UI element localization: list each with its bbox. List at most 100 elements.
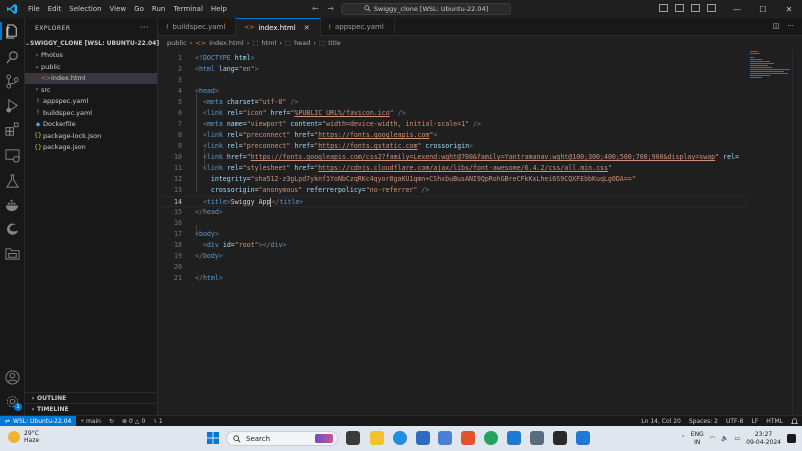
command-center[interactable]: Swiggy_clone [WSL: Ubuntu-22.04]: [341, 3, 511, 15]
tree-item-package-lock-json[interactable]: {} package-lock.json: [25, 130, 157, 142]
tree-item-appspec-yaml[interactable]: ! appspec.yaml: [25, 96, 157, 108]
menu-edit[interactable]: Edit: [44, 5, 66, 13]
vscode-taskbar-icon[interactable]: [507, 431, 521, 445]
tree-item-photos[interactable]: › Photos: [25, 50, 157, 62]
clock[interactable]: 23:27 09-04-2024: [746, 431, 781, 446]
remote-indicator[interactable]: ⇌ WSL: Ubuntu-22.04: [0, 415, 77, 427]
extensions-icon[interactable]: [5, 122, 20, 137]
project-manager-icon[interactable]: [5, 246, 20, 261]
source-control-icon[interactable]: [5, 74, 20, 89]
minimap[interactable]: [748, 49, 792, 415]
search-icon[interactable]: [5, 50, 20, 65]
code-line[interactable]: 4 <head>: [158, 86, 748, 97]
breadcrumb-item[interactable]: html: [262, 39, 277, 47]
code-line[interactable]: 12 integrity="sha512-z3gLpd7yknf1YoNbCzq…: [158, 174, 748, 185]
code-line[interactable]: 9 <link rel="preconnect" href="https://f…: [158, 141, 748, 152]
code-line[interactable]: 19 </body>: [158, 251, 748, 262]
end-of-line[interactable]: LF: [748, 418, 763, 425]
code-line[interactable]: 14 <title>Swiggy App</title>: [158, 196, 748, 207]
docker-icon[interactable]: [5, 198, 20, 213]
tree-item-buildspec-yaml[interactable]: ! buildspec.yaml: [25, 107, 157, 119]
menu-help[interactable]: Help: [207, 5, 231, 13]
menu-selection[interactable]: Selection: [65, 5, 105, 13]
code-editor[interactable]: 1 <!DOCTYPE html> 2 <html lang="en"> 3 4 <head…: [158, 49, 748, 415]
photos-icon[interactable]: [438, 431, 452, 445]
tree-item-dockerfile[interactable]: ◆ Dockerfile: [25, 119, 157, 131]
minimize-button[interactable]: —: [724, 5, 750, 14]
microsoft-store-icon[interactable]: [416, 431, 430, 445]
task-view-icon[interactable]: [346, 431, 360, 445]
file-explorer-icon[interactable]: [370, 431, 384, 445]
breadcrumb-item[interactable]: public: [167, 39, 187, 47]
breadcrumb-item[interactable]: title: [328, 39, 341, 47]
testing-icon[interactable]: [5, 174, 20, 189]
timeline-section[interactable]: › TIMELINE: [25, 403, 158, 414]
code-line[interactable]: 7 <meta name="viewport" content="width=d…: [158, 119, 748, 130]
terminal-icon[interactable]: [553, 431, 567, 445]
code-line[interactable]: 17 <body>: [158, 229, 748, 240]
menu-go[interactable]: Go: [130, 5, 148, 13]
tree-item-package-json[interactable]: {} package.json: [25, 142, 157, 154]
notification-center-icon[interactable]: [787, 434, 796, 443]
back-arrow-icon[interactable]: ←: [312, 4, 319, 13]
vscode-active-taskbar-icon[interactable]: [576, 431, 590, 445]
sync-button[interactable]: ↻: [105, 418, 118, 425]
menu-run[interactable]: Run: [148, 5, 169, 13]
tab-buildspec-yaml[interactable]: ! buildspec.yaml: [158, 18, 237, 36]
taskbar-search-box[interactable]: Search: [226, 431, 338, 446]
whatsapp-icon[interactable]: [484, 431, 498, 445]
calculator-icon[interactable]: [530, 431, 544, 445]
problems-indicator[interactable]: ⊗ 0 △ 0: [118, 418, 149, 425]
tab-index-html[interactable]: <> index.html ✕: [236, 18, 321, 36]
encoding[interactable]: UTF-8: [722, 418, 748, 425]
more-actions-icon[interactable]: ···: [787, 22, 794, 30]
chevron-up-icon[interactable]: ˄: [682, 435, 685, 442]
weather-widget[interactable]: 29°C Haze: [8, 430, 39, 444]
tab-appspec-yaml[interactable]: ! appspec.yaml: [321, 18, 395, 36]
language-indicator[interactable]: ENG IN: [691, 431, 704, 446]
edge-devtools-icon[interactable]: [5, 222, 20, 237]
code-line[interactable]: 20: [158, 262, 748, 273]
menu-view[interactable]: View: [106, 5, 131, 13]
accounts-icon[interactable]: [5, 370, 20, 385]
windows-start-icon[interactable]: [206, 431, 220, 445]
breadcrumb-item[interactable]: index.html: [209, 39, 244, 47]
remote-explorer-icon[interactable]: [5, 148, 20, 163]
code-line[interactable]: 6 <link rel="icon" href="%PUBLIC_URL%/fa…: [158, 108, 748, 119]
maximize-button[interactable]: ☐: [750, 5, 776, 14]
code-line[interactable]: 10 <link href="https://fonts.googleapis.…: [158, 152, 748, 163]
wifi-icon[interactable]: ◠: [710, 435, 715, 442]
ports-indicator[interactable]: ⑊ 1: [149, 418, 166, 425]
code-line[interactable]: 13 crossorigin="anonymous" referrerpolic…: [158, 185, 748, 196]
code-line[interactable]: 16: [158, 218, 748, 229]
outline-section[interactable]: › OUTLINE: [25, 392, 158, 403]
vertical-scrollbar[interactable]: [792, 49, 802, 415]
code-line[interactable]: 18 <div id="root"></div>: [158, 240, 748, 251]
tree-item-index-html[interactable]: <> index.html: [25, 72, 157, 84]
code-line[interactable]: 15 </head>: [158, 207, 748, 218]
toggle-panel-icon[interactable]: [675, 4, 684, 12]
toggle-sidebar-icon[interactable]: [659, 4, 668, 12]
language-mode[interactable]: HTML: [762, 418, 787, 425]
cursor-position[interactable]: Ln 14, Col 20: [637, 418, 685, 425]
code-line[interactable]: 21 </html>: [158, 273, 748, 284]
tree-item-src[interactable]: › src: [25, 84, 157, 96]
code-line[interactable]: 5 <meta charset="utf-8" />: [158, 97, 748, 108]
code-line[interactable]: 1 <!DOCTYPE html>: [158, 53, 748, 64]
toggle-secondary-sidebar-icon[interactable]: [691, 4, 700, 12]
branch-indicator[interactable]: ⑂ main: [76, 418, 105, 425]
menu-file[interactable]: File: [24, 5, 44, 13]
close-window-button[interactable]: ✕: [776, 5, 802, 14]
vscode-logo-icon[interactable]: [6, 3, 18, 15]
brave-icon[interactable]: [461, 431, 475, 445]
breadcrumb-item[interactable]: head: [294, 39, 310, 47]
volume-icon[interactable]: 🔈: [721, 435, 728, 442]
battery-icon[interactable]: ▭: [734, 435, 740, 442]
run-debug-icon[interactable]: [5, 98, 20, 113]
workspace-root[interactable]: ⌄ SWIGGY_CLONE [WSL: UBUNTU-22.04]: [25, 38, 159, 50]
code-line[interactable]: 2 <html lang="en">: [158, 64, 748, 75]
forward-arrow-icon[interactable]: →: [327, 4, 334, 13]
code-line[interactable]: 3: [158, 75, 748, 86]
explorer-icon[interactable]: [5, 24, 20, 39]
code-line[interactable]: 11 <link rel="stylesheet" href="https://…: [158, 163, 748, 174]
